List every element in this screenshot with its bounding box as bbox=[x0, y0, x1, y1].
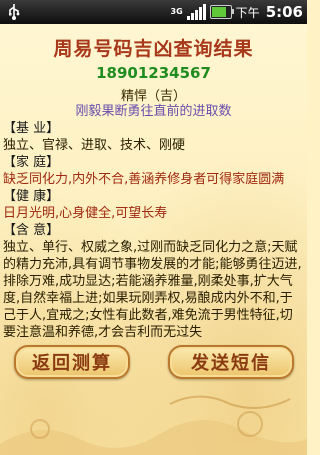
section-text-health: 日月光明,心身健全,可望长寿 bbox=[3, 206, 168, 221]
send-button-label: 发送短信 bbox=[191, 353, 271, 374]
result-screen: 周易号码吉凶查询结果 18901234567 精悍（吉） 刚毅果断勇往直前的进取… bbox=[0, 24, 307, 455]
phone-number: 18901234567 bbox=[96, 64, 211, 82]
section-text-career: 独立、官禄、进取、技术、刚硬 bbox=[3, 138, 186, 153]
status-bar: 3G 下午 5:06 bbox=[0, 0, 307, 24]
send-sms-button[interactable]: 发送短信 bbox=[168, 345, 294, 379]
section-heading-meaning: 【含 意】 bbox=[3, 223, 60, 238]
page-title: 周易号码吉凶查询结果 bbox=[53, 38, 254, 60]
decorative-background-illustration bbox=[0, 395, 307, 455]
section-text-family: 缺乏同化力,内外不合,善涵养修身者可得家庭圆满 bbox=[3, 172, 285, 187]
section-heading-family: 【家 庭】 bbox=[3, 155, 60, 170]
battery-icon bbox=[209, 5, 234, 19]
network-type-label: 3G bbox=[170, 7, 183, 16]
section-text-meaning: 独立、单行、权威之象,过刚而缺乏同化力之意;天赋的精力充沛,具有调节事物发展的才… bbox=[3, 240, 302, 340]
number-summary: 刚毅果断勇往直前的进取数 bbox=[75, 104, 232, 119]
back-button-label: 返回测算 bbox=[32, 353, 112, 374]
network-type-badge: 3G bbox=[171, 8, 183, 16]
back-to-calculate-button[interactable]: 返回测算 bbox=[14, 345, 130, 379]
section-heading-career: 【基 业】 bbox=[3, 121, 60, 136]
clock: 5:06 bbox=[265, 3, 303, 21]
usb-icon bbox=[6, 3, 22, 25]
signal-icon bbox=[186, 4, 206, 20]
time-period-label: 下午 bbox=[235, 5, 260, 20]
section-heading-health: 【健 康】 bbox=[3, 189, 60, 204]
result-details: 【基 业】 独立、官禄、进取、技术、刚硬 【家 庭】 缺乏同化力,内外不合,善涵… bbox=[3, 120, 303, 341]
